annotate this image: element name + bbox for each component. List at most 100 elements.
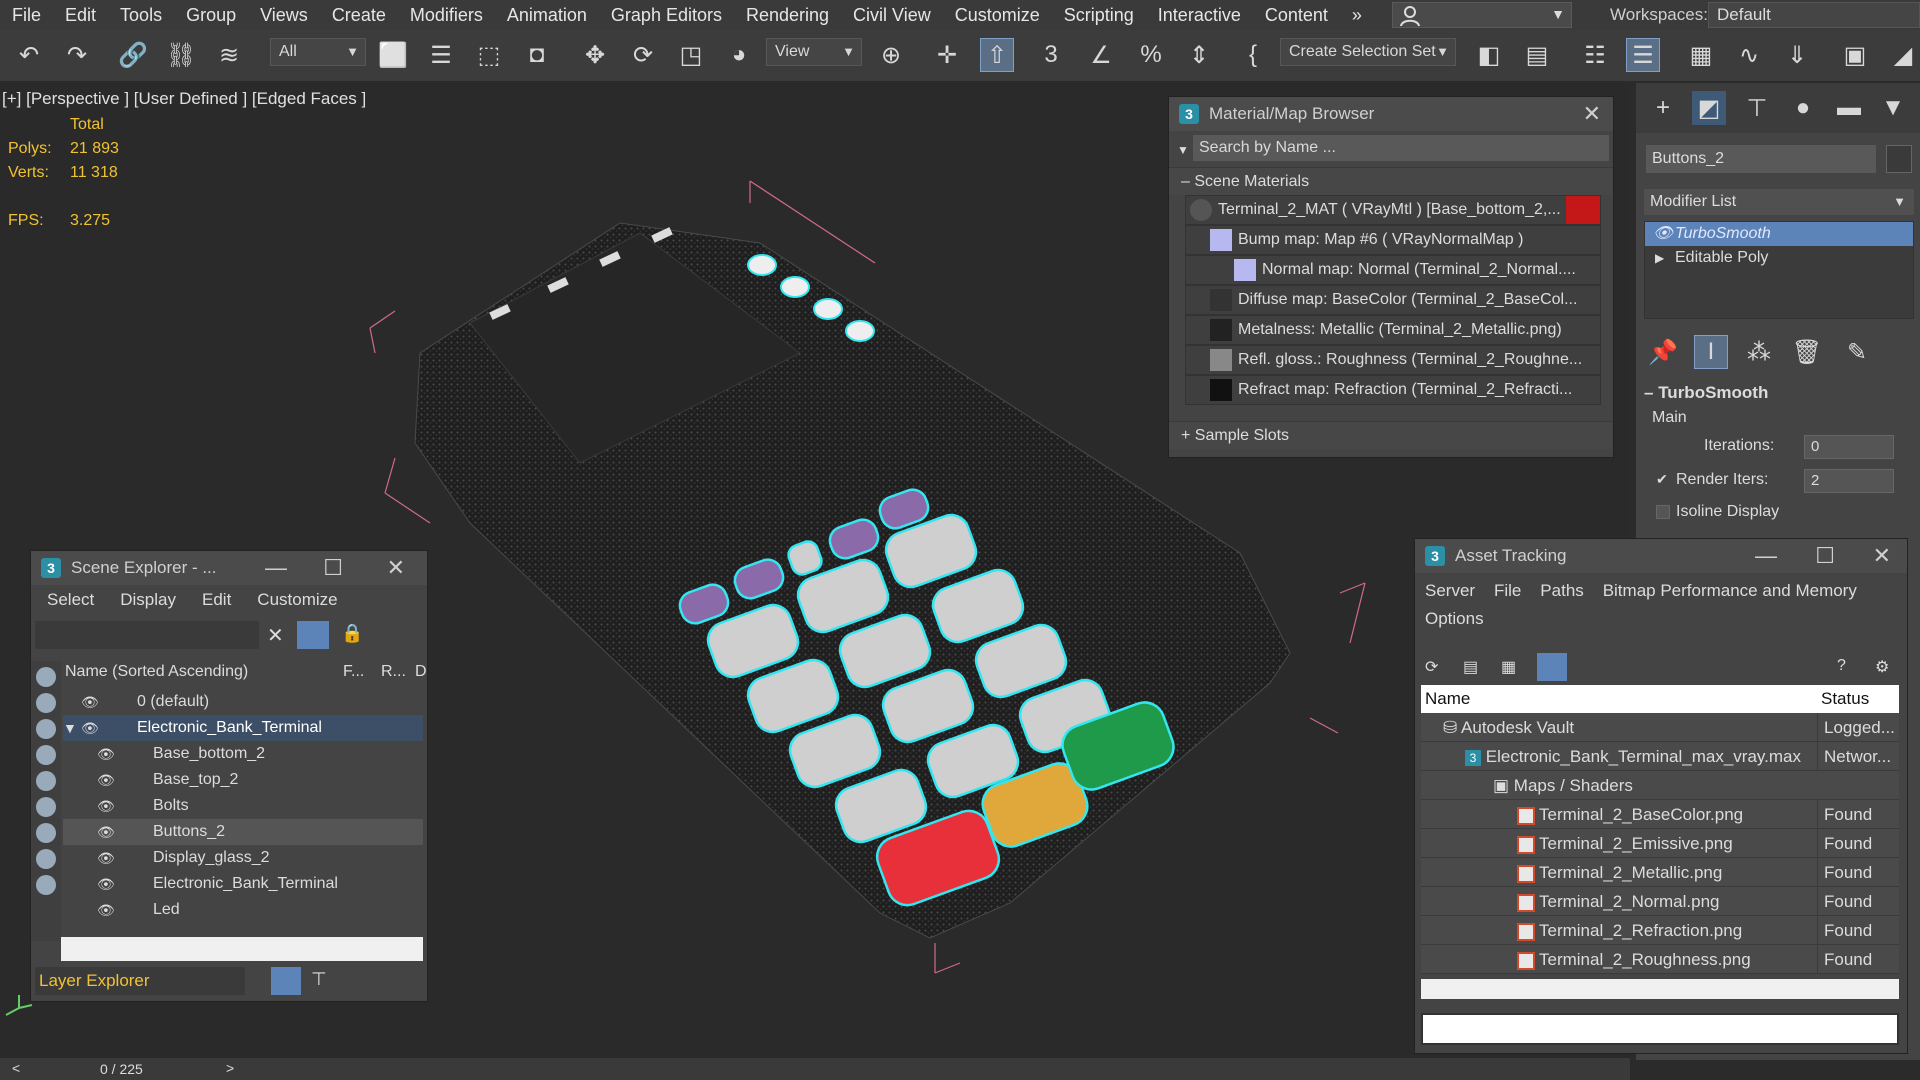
- menu-scripting[interactable]: Scripting: [1052, 0, 1146, 30]
- rect-selection-icon[interactable]: ⬚: [472, 38, 506, 72]
- asset-row[interactable]: Terminal_2_Refraction.png Found: [1421, 916, 1899, 945]
- sample-slots-header[interactable]: + Sample Slots: [1169, 421, 1613, 449]
- filter-icon[interactable]: [297, 621, 329, 649]
- material-row[interactable]: Refl. gloss.: Roughness (Terminal_2_Roug…: [1185, 345, 1601, 375]
- layer-row[interactable]: ▼ 👁 Electronic_Bank_Terminal: [63, 715, 423, 741]
- table-view-icon[interactable]: ▦: [1501, 657, 1516, 677]
- asset-row[interactable]: 3 Electronic_Bank_Terminal_max_vray.max N…: [1421, 742, 1899, 771]
- unlink-icon[interactable]: ⛓: [164, 38, 198, 72]
- scene-search-input[interactable]: [35, 621, 259, 649]
- lock-icon[interactable]: 🔒: [341, 623, 363, 644]
- named-selection-set-dropdown[interactable]: Create Selection Set ▼: [1280, 38, 1456, 66]
- rotate-icon[interactable]: ⟳: [626, 38, 660, 72]
- object-name-field[interactable]: Buttons_2: [1646, 145, 1876, 173]
- object-row[interactable]: 👁 Electronic_Bank_Terminal: [63, 871, 423, 897]
- link-icon[interactable]: 🔗: [116, 38, 150, 72]
- menu-tools[interactable]: Tools: [108, 0, 174, 30]
- asset-tracking-titlebar[interactable]: 3 Asset Tracking — ☐ ✕: [1415, 539, 1907, 573]
- mirror-icon[interactable]: ◧: [1472, 38, 1506, 72]
- col-name-header[interactable]: Name: [1425, 685, 1470, 713]
- keyboard-shortcut-override-icon[interactable]: ⇧: [980, 38, 1014, 72]
- menu-select[interactable]: Select: [47, 590, 94, 610]
- close-icon[interactable]: ✕: [1873, 543, 1891, 569]
- col-status-header[interactable]: Status: [1821, 685, 1869, 713]
- window-crossing-icon[interactable]: ◘: [520, 38, 554, 72]
- asset-path-field[interactable]: [1421, 1013, 1899, 1045]
- modifier-list-dropdown[interactable]: Modifier List ▼: [1644, 189, 1914, 215]
- refresh-icon[interactable]: ⟳: [1425, 657, 1438, 677]
- object-row[interactable]: 👁 Base_bottom_2: [63, 741, 423, 767]
- show-end-result-icon[interactable]: I: [1694, 335, 1728, 369]
- minimize-icon[interactable]: —: [1755, 543, 1777, 569]
- menu-options[interactable]: Options: [1425, 609, 1484, 628]
- object-row[interactable]: 👁 Bolts: [63, 793, 423, 819]
- display-groups-icon[interactable]: [36, 823, 56, 843]
- horizontal-scrollbar[interactable]: [61, 937, 423, 961]
- iterations-spinner[interactable]: 0: [1804, 435, 1894, 459]
- user-account-dropdown[interactable]: ▼: [1392, 2, 1572, 28]
- menu-display[interactable]: Display: [120, 590, 176, 610]
- hierarchy-tab-icon[interactable]: ⊤: [1740, 91, 1774, 125]
- stack-item-editable-poly[interactable]: ▶ Editable Poly: [1645, 246, 1913, 270]
- menu-content[interactable]: Content: [1253, 0, 1340, 30]
- chevron-right-icon[interactable]: ▶: [1655, 246, 1664, 270]
- display-cameras-icon[interactable]: [36, 745, 56, 765]
- pivot-center-icon[interactable]: ⊕: [874, 38, 908, 72]
- reference-coordinate-dropdown[interactable]: View ▼: [766, 38, 862, 66]
- material-browser-titlebar[interactable]: 3 Material/Map Browser ✕: [1169, 97, 1613, 131]
- select-by-name-icon[interactable]: ☰: [424, 38, 458, 72]
- close-icon[interactable]: ✕: [387, 555, 405, 581]
- material-row[interactable]: Terminal_2_MAT ( VRayMtl ) [Base_bottom_…: [1185, 195, 1601, 225]
- chevron-down-icon[interactable]: ▼: [1177, 143, 1189, 157]
- object-row[interactable]: 👁 Base_top_2: [63, 767, 423, 793]
- display-spacewarps-icon[interactable]: [36, 797, 56, 817]
- stack-item-turbosmooth[interactable]: 👁 TurboSmooth: [1645, 222, 1913, 246]
- layer-row[interactable]: 👁 0 (default): [63, 689, 423, 715]
- maximize-icon[interactable]: ☐: [323, 555, 343, 581]
- col-name-header[interactable]: Name (Sorted Ascending): [65, 663, 248, 681]
- motion-tab-icon[interactable]: ●: [1786, 91, 1820, 125]
- menu-paths[interactable]: Paths: [1540, 581, 1583, 600]
- workspaces-select[interactable]: Default: [1708, 2, 1920, 28]
- select-manipulate-icon[interactable]: ✛: [930, 38, 964, 72]
- display-tab-icon[interactable]: ▬: [1832, 91, 1866, 125]
- eye-icon[interactable]: 👁: [1653, 222, 1673, 246]
- toggle-ribbon-icon[interactable]: ▦: [1684, 38, 1718, 72]
- toggle-scene-explorer-icon[interactable]: ☷: [1578, 38, 1612, 72]
- time-slider[interactable]: < 0 / 225 >: [0, 1058, 1630, 1080]
- toggle-layer-explorer-icon[interactable]: ☰: [1626, 38, 1660, 72]
- menu-server[interactable]: Server: [1425, 581, 1475, 600]
- undo-icon[interactable]: ↶: [12, 38, 46, 72]
- eye-icon[interactable]: 👁: [81, 715, 99, 741]
- material-search-input[interactable]: Search by Name ...: [1193, 135, 1609, 161]
- menu-civil-view[interactable]: Civil View: [841, 0, 943, 30]
- move-icon[interactable]: ✥: [578, 38, 612, 72]
- object-row[interactable]: 👁 Led: [63, 897, 423, 923]
- create-tab-icon[interactable]: +: [1646, 91, 1680, 125]
- display-xrefs-icon[interactable]: [36, 849, 56, 869]
- remove-modifier-icon[interactable]: 🗑: [1790, 335, 1824, 369]
- eye-icon[interactable]: 👁: [97, 845, 115, 871]
- selection-filter-dropdown[interactable]: All ▼: [270, 38, 366, 66]
- menu-customize[interactable]: Customize: [257, 590, 337, 610]
- material-row[interactable]: Diffuse map: BaseColor (Terminal_2_BaseC…: [1185, 285, 1601, 315]
- minimize-icon[interactable]: —: [265, 555, 287, 581]
- chevron-down-icon[interactable]: ▼: [63, 715, 77, 741]
- asset-row[interactable]: ▣ Maps / Shaders: [1421, 771, 1899, 800]
- material-row[interactable]: Bump map: Map #6 ( VRayNormalMap ): [1185, 225, 1601, 255]
- asset-row[interactable]: Terminal_2_Metallic.png Found: [1421, 858, 1899, 887]
- redo-icon[interactable]: ↷: [60, 38, 94, 72]
- display-shapes-icon[interactable]: [36, 693, 56, 713]
- eye-icon[interactable]: 👁: [97, 741, 115, 767]
- menu-overflow-icon[interactable]: »: [1340, 0, 1374, 30]
- eye-icon[interactable]: 👁: [97, 767, 115, 793]
- eye-icon[interactable]: 👁: [97, 897, 115, 923]
- utilities-tab-icon[interactable]: ▼: [1876, 91, 1910, 125]
- snap-3d-icon[interactable]: 3: [1034, 38, 1068, 72]
- prev-frame-icon[interactable]: <: [12, 1060, 20, 1076]
- schematic-view-icon[interactable]: ⇓: [1780, 38, 1814, 72]
- object-row[interactable]: 👁 Buttons_2: [63, 819, 423, 845]
- spinner-snap-icon[interactable]: ⇕: [1182, 38, 1216, 72]
- list-view-icon[interactable]: ▤: [1463, 657, 1478, 677]
- asset-row[interactable]: Terminal_2_Roughness.png Found: [1421, 945, 1899, 974]
